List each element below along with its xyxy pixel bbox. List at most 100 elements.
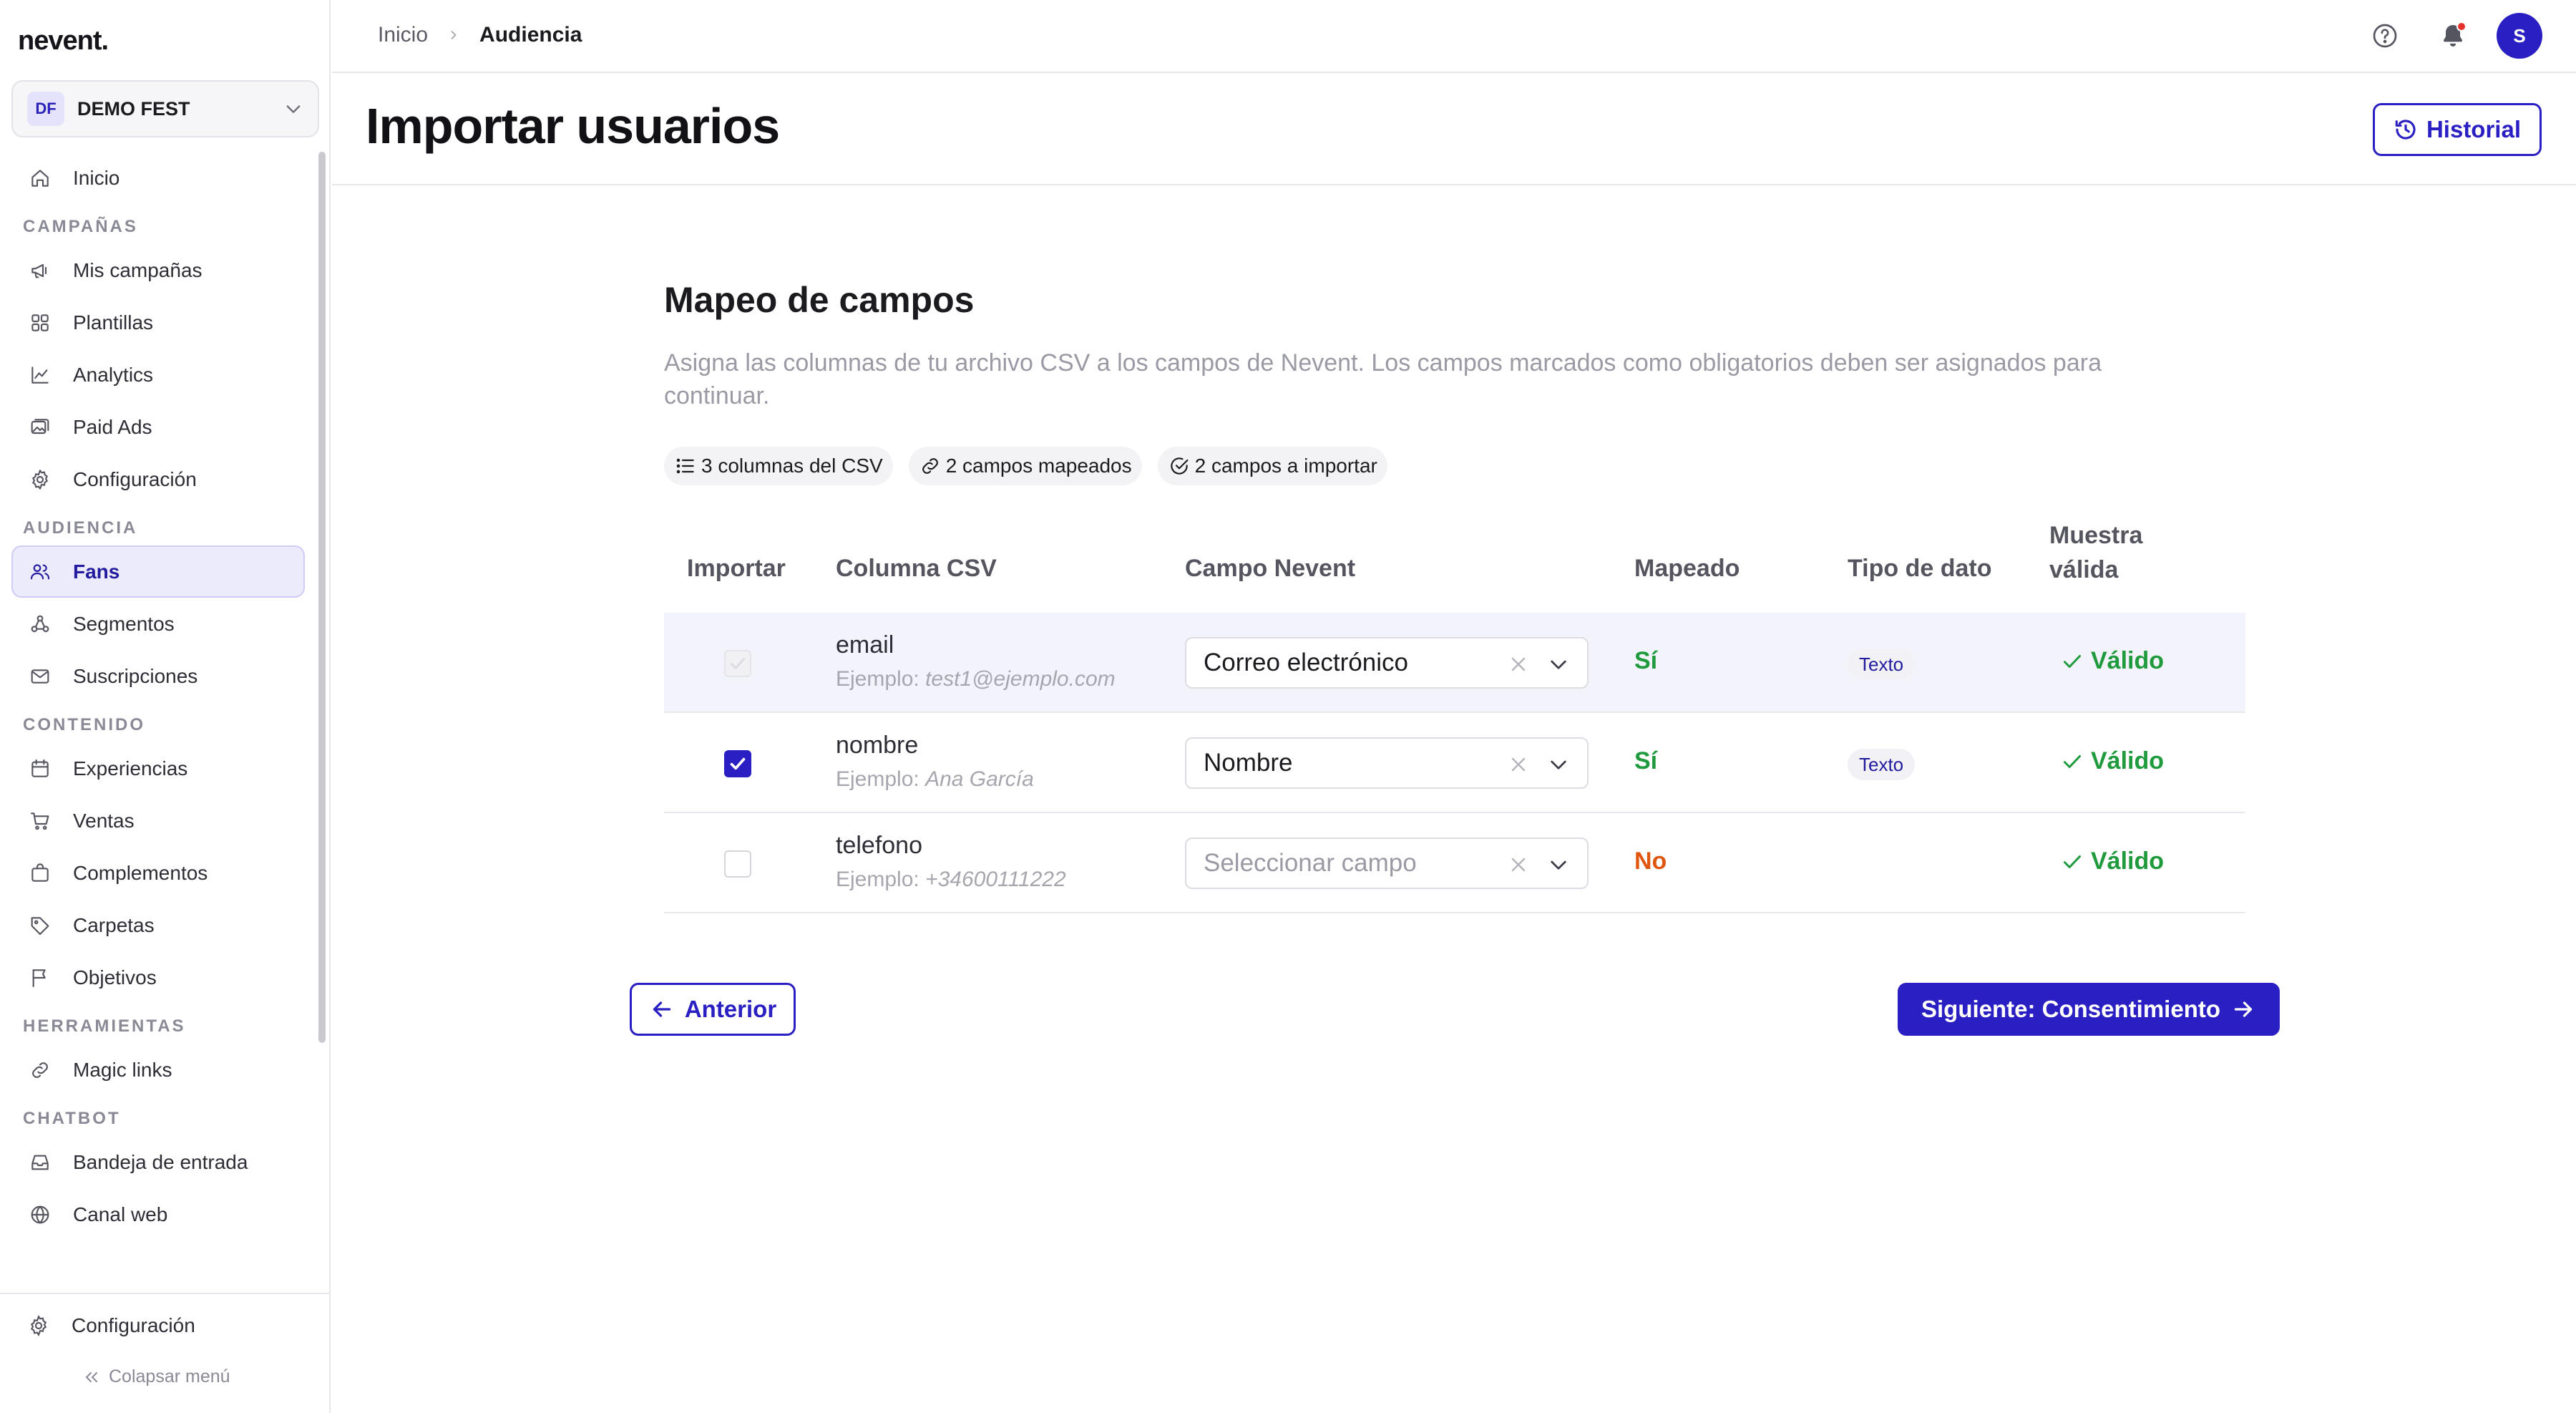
csv-column-example: Ejemplo: test1@ejemplo.com: [836, 667, 1116, 691]
example-prefix: Ejemplo:: [836, 767, 919, 791]
previous-button[interactable]: Anterior: [630, 983, 796, 1036]
breadcrumb-current: Audiencia: [479, 23, 582, 47]
summary-chip: 2 campos a importar: [1157, 447, 1387, 485]
sidebar-item-inicio[interactable]: Inicio: [11, 152, 305, 204]
inbox-icon: [31, 1155, 49, 1170]
link-icon: [922, 458, 938, 474]
gear-icon: [30, 1315, 47, 1336]
nevent-field-value: Seleccionar campo: [1204, 849, 1417, 877]
chevron-down-icon[interactable]: [1547, 853, 1570, 876]
history-button-label: Historial: [2426, 116, 2522, 142]
nav-section-title: CHATBOT: [23, 1109, 121, 1128]
user-avatar[interactable]: S: [2497, 13, 2542, 59]
import-checkbox[interactable]: [724, 850, 751, 878]
th-valid-sample: Muestra válida: [2049, 518, 2142, 587]
example-prefix: Ejemplo:: [836, 667, 919, 691]
history-button[interactable]: Historial: [2373, 103, 2542, 156]
sidebar-item-label: Paid Ads: [73, 415, 152, 438]
sidebar-item-ventas[interactable]: Ventas: [11, 795, 305, 847]
nevent-field-select[interactable]: Nombre: [1185, 737, 1589, 789]
globe-icon: [31, 1205, 49, 1223]
sidebar-item-label: Objetivos: [73, 966, 157, 989]
sidebar-item-carpetas[interactable]: Carpetas: [11, 899, 305, 951]
history-icon: [2395, 120, 2416, 140]
sidebar-item-label: Ventas: [73, 809, 135, 832]
sidebar-item-fans[interactable]: Fans: [11, 545, 305, 598]
check-icon: [2064, 654, 2081, 668]
arrow-left-icon: [653, 1001, 670, 1017]
nevent-field-select[interactable]: Correo electrónico: [1185, 637, 1589, 689]
chevron-down-icon[interactable]: [1547, 753, 1570, 776]
clear-icon[interactable]: [1507, 853, 1530, 876]
sidebar-item-complementos[interactable]: Complementos: [11, 847, 305, 899]
mapped-status: Sí: [1634, 747, 1658, 775]
next-button[interactable]: Siguiente: Consentimiento: [1898, 983, 2280, 1036]
check-icon: [2064, 855, 2081, 868]
table-row: nombre Ejemplo: Ana García Nombre Sí Tex…: [664, 713, 2245, 813]
breadcrumb-home[interactable]: Inicio: [378, 23, 428, 47]
header-divider: [332, 184, 2576, 185]
sidebar-item-objetivos[interactable]: Objetivos: [11, 951, 305, 1004]
valid-sample-label: Válido: [2091, 747, 2165, 775]
sidebar-item-segmentos[interactable]: Segmentos: [11, 598, 305, 650]
sidebar-item-experiencias[interactable]: Experiencias: [11, 742, 305, 795]
org-name: DEMO FEST: [77, 97, 190, 120]
sidebar-scrollbar[interactable]: [318, 152, 326, 1043]
example-value: test1@ejemplo.com: [925, 667, 1116, 691]
breadcrumb: Inicio Audiencia: [378, 23, 582, 47]
check-circle-icon: [1170, 457, 1189, 475]
calendar-icon: [31, 759, 49, 777]
nevent-field-value: Correo electrónico: [1204, 649, 1408, 676]
chevron-down-icon[interactable]: [1547, 653, 1570, 676]
sidebar-bottom-config[interactable]: Configuración: [27, 1314, 195, 1337]
sidebar-item-magic-links[interactable]: Magic links: [11, 1044, 305, 1096]
nevent-logo[interactable]: nevent.: [18, 26, 109, 57]
section-description: Asigna las columnas de tu archivo CSV a …: [664, 349, 2102, 409]
sidebar-item-plantillas[interactable]: Plantillas: [11, 296, 305, 349]
sidebar-item-label: Fans: [73, 560, 120, 583]
org-selector[interactable]: DF DEMO FEST: [11, 80, 319, 137]
sidebar-item-suscripciones[interactable]: Suscripciones: [11, 650, 305, 702]
valid-sample-status: Válido: [2059, 747, 2164, 775]
nav-section-title: CONTENIDO: [23, 715, 145, 734]
summary-chip-label: 3 columnas del CSV: [701, 455, 883, 477]
help-icon[interactable]: [2371, 21, 2399, 50]
th-nevent-field: Campo Nevent: [1185, 555, 1356, 582]
valid-sample-label: Válido: [2091, 848, 2165, 875]
mapping-table: Importar Columna CSV Campo Nevent Mapead…: [664, 522, 2245, 913]
sidebar-item-configuracion[interactable]: Configuración: [11, 453, 305, 505]
image-ads-icon: [31, 418, 49, 434]
sidebar-item-analytics[interactable]: Analytics: [11, 349, 305, 401]
sidebar-item-bandeja-de-entrada[interactable]: Bandeja de entrada: [11, 1136, 305, 1188]
clear-icon[interactable]: [1507, 753, 1530, 776]
valid-sample-status: Válido: [2059, 647, 2164, 675]
chart-line-icon: [31, 366, 49, 384]
page-title: Importar usuarios: [366, 98, 780, 154]
link-icon: [32, 1062, 48, 1078]
nevent-field-select[interactable]: Seleccionar campo: [1185, 837, 1589, 889]
summary-chip: 2 campos mapeados: [908, 447, 1142, 485]
import-checkbox[interactable]: [724, 750, 751, 777]
sidebar-item-label: Magic links: [73, 1058, 172, 1081]
csv-column-name: telefono: [836, 832, 922, 859]
sidebar-item-paid-ads[interactable]: Paid Ads: [11, 401, 305, 453]
next-button-label: Siguiente: Consentimiento: [1921, 996, 2220, 1022]
arrow-right-icon: [2234, 1001, 2253, 1017]
collapse-menu-button[interactable]: Colapsar menú: [83, 1366, 230, 1387]
megaphone-icon: [31, 263, 47, 278]
example-value: +34600111222: [925, 868, 1066, 891]
sidebar-item-mis-campanas[interactable]: Mis campañas: [11, 244, 305, 296]
csv-column-name: nombre: [836, 732, 919, 759]
sidebar-item-canal-web[interactable]: Canal web: [11, 1188, 305, 1240]
chevron-down-icon: [286, 105, 301, 113]
sidebar-item-label: Bandeja de entrada: [73, 1150, 248, 1173]
segments-icon: [31, 615, 49, 632]
double-chevron-left-icon: [85, 1371, 97, 1382]
collapse-menu-label: Colapsar menú: [109, 1366, 230, 1387]
nav-section-title: AUDIENCIA: [23, 518, 138, 538]
csv-column-example: Ejemplo: Ana García: [836, 767, 1034, 792]
clear-icon[interactable]: [1507, 653, 1530, 676]
sidebar-item-label: Mis campañas: [73, 258, 203, 281]
sidebar-nav: Inicio CAMPAÑAS Mis campañas Plantillas Anal…: [11, 152, 305, 1240]
check-icon: [730, 658, 746, 669]
